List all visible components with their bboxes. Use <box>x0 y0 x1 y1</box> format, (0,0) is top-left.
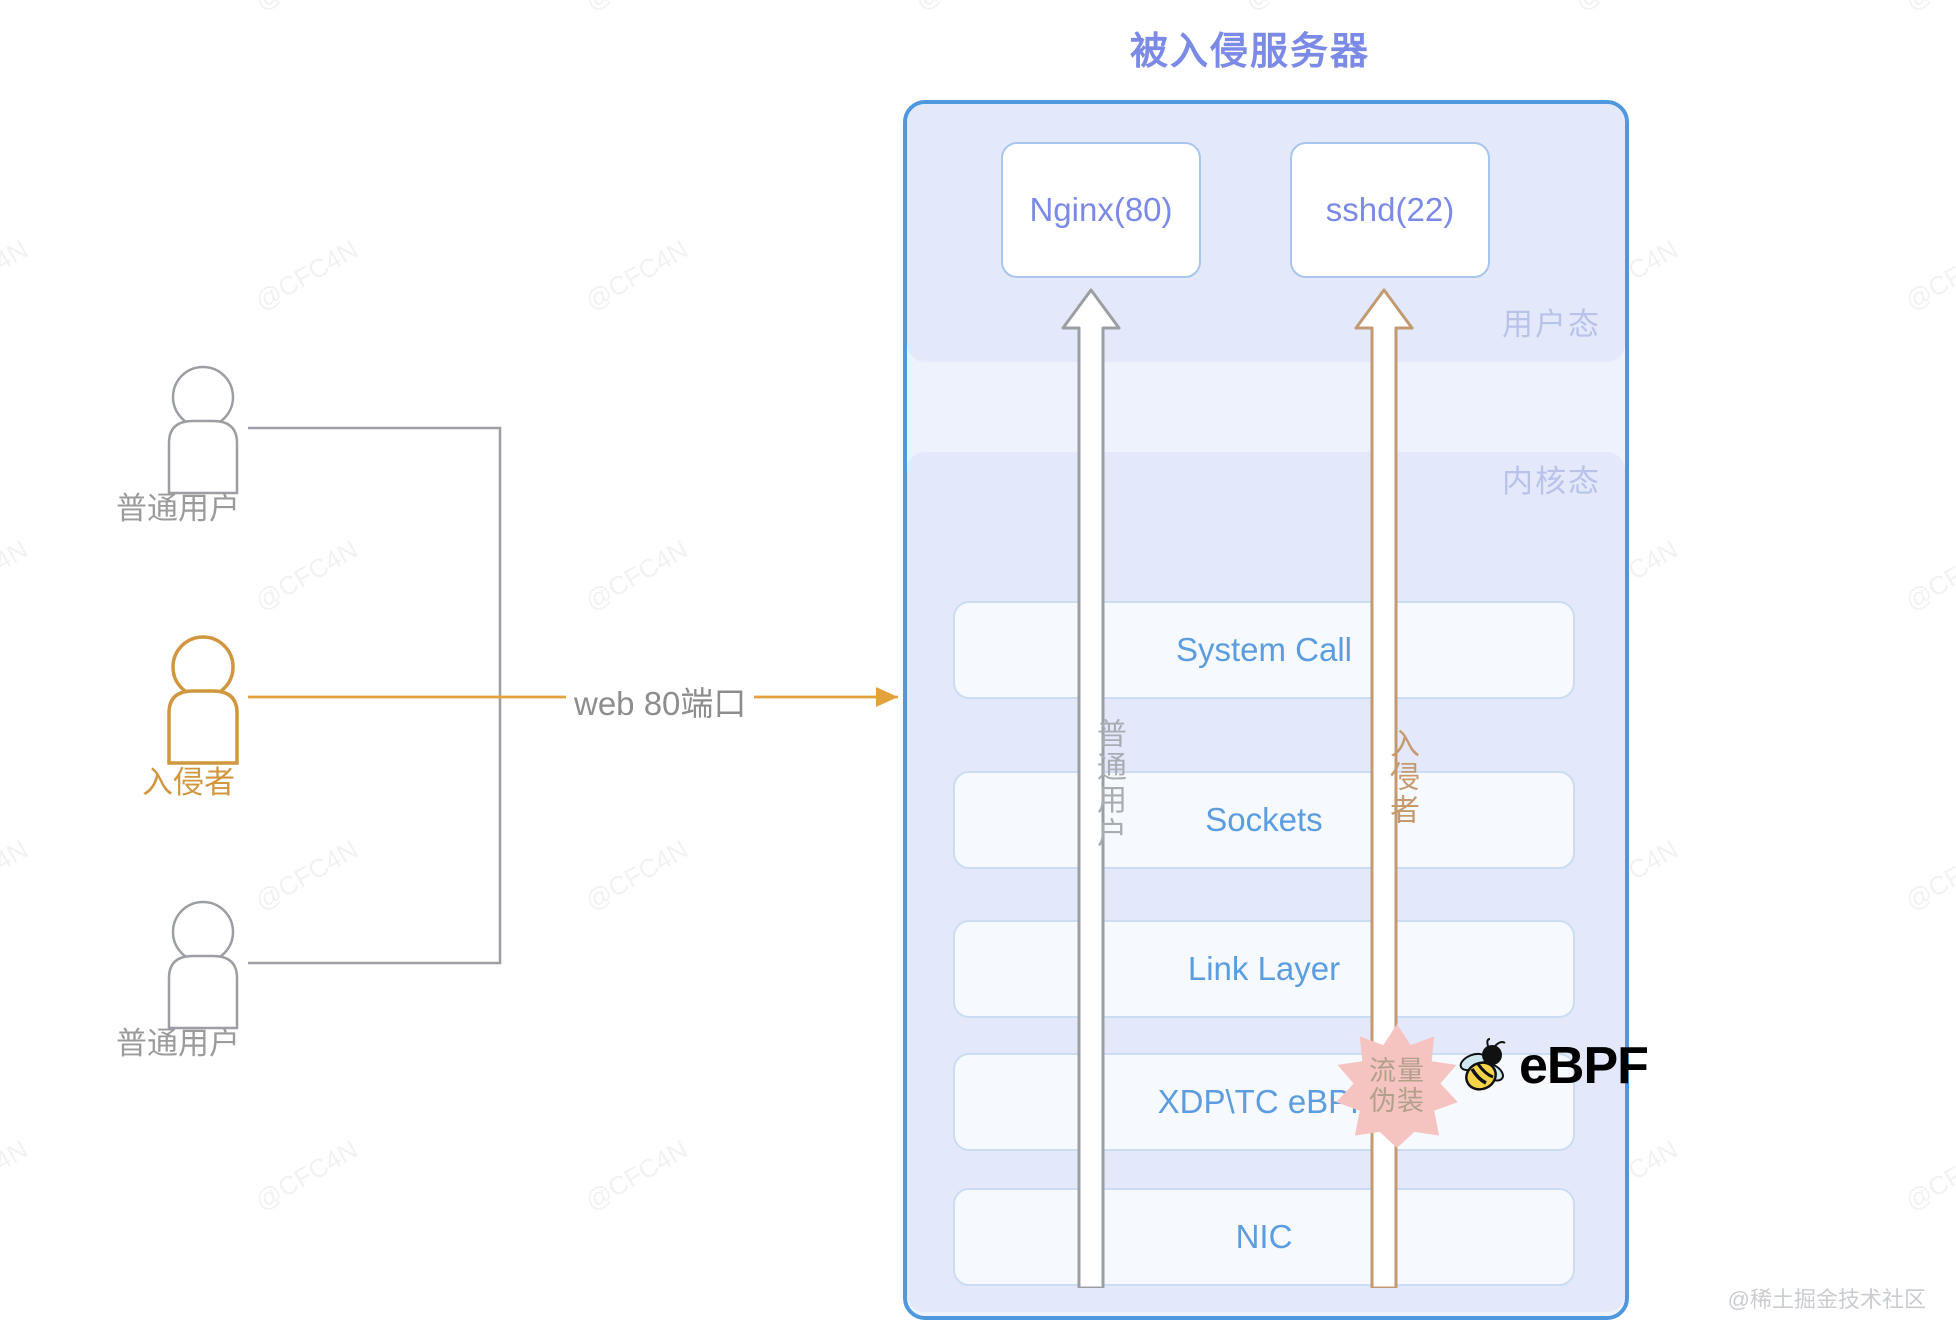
watermark-text: @CFC4N <box>1570 0 1683 17</box>
process-box-nginx[interactable]: Nginx(80) <box>1001 142 1201 278</box>
badge-line-2: 伪装 <box>1369 1086 1425 1116</box>
kernel-layer-label: Link Layer <box>1187 950 1341 987</box>
process-box-sshd[interactable]: sshd(22) <box>1290 142 1490 278</box>
watermark-text: @CFC4N <box>1240 0 1353 17</box>
kernel-layer-link-layer[interactable]: Link Layer <box>953 920 1575 1018</box>
user-space-label: 用户态 <box>1502 307 1601 342</box>
kernel-layer-nic[interactable]: NIC <box>953 1188 1575 1286</box>
watermark-text: @CFC4N <box>0 533 33 617</box>
watermark-text: @CFC4N <box>910 0 1023 17</box>
diagram-title: 被入侵服务器 <box>1130 31 1371 73</box>
watermark-text: @CFC4N <box>1899 233 1956 317</box>
watermark-text: @CFC4N <box>249 833 363 917</box>
ebpf-logo: eBPF <box>1455 1035 1649 1097</box>
traffic-disguise-badge: 流量 伪装 <box>1335 1024 1459 1148</box>
watermark-text: @CFC4N <box>579 533 693 617</box>
kernel-layer-system-call[interactable]: System Call <box>953 601 1575 699</box>
kernel-layer-label: System Call <box>1175 631 1353 668</box>
intruder-flow-label: 入侵者 <box>1385 728 1418 827</box>
watermark-text: @CFC4N <box>250 0 363 17</box>
watermark-text: @CFC4N <box>0 1133 33 1217</box>
watermark-text: @CFC4N <box>0 833 33 917</box>
watermark-text: @CFC4N <box>579 1133 693 1217</box>
watermark-text: @CFC4N <box>579 833 693 917</box>
actor-normal-user-top-icon[interactable] <box>155 365 251 495</box>
ebpf-wordmark: eBPF <box>1519 1037 1649 1095</box>
footer-credit: @稀土掘金技术社区 <box>1727 1287 1926 1312</box>
kernel-space-label: 内核态 <box>1502 464 1601 499</box>
process-label-nginx: Nginx(80) <box>1029 191 1173 228</box>
process-label-sshd: sshd(22) <box>1325 191 1455 228</box>
watermark-text: @CFC4N <box>1899 833 1956 917</box>
watermark-text: @CFC4N <box>249 233 363 317</box>
watermark-text: @CFC4N <box>1899 1133 1956 1217</box>
watermark-text: @CFC4N <box>1900 0 1956 17</box>
actor-normal-user-bottom-icon[interactable] <box>155 900 251 1030</box>
watermark-text: @CFC4N <box>249 533 363 617</box>
kernel-layer-sockets[interactable]: Sockets <box>953 771 1575 869</box>
actor-intruder-icon[interactable] <box>155 635 251 765</box>
badge-line-1: 流量 <box>1369 1055 1425 1086</box>
bee-icon <box>1459 1038 1506 1091</box>
kernel-layer-label: Sockets <box>1205 801 1323 838</box>
normal-user-flow-label: 普通用户 <box>1092 718 1125 850</box>
web-port-label: web 80端口 <box>566 677 755 725</box>
watermark-text: @CFC4N <box>0 0 33 17</box>
watermark-text: @CFC4N <box>580 0 693 17</box>
watermark-text: @CFC4N <box>0 233 33 317</box>
watermark-text: @CFC4N <box>1899 533 1956 617</box>
kernel-layer-label: NIC <box>1235 1218 1293 1255</box>
watermark-text: @CFC4N <box>249 1133 363 1217</box>
kernel-space-band <box>907 452 1625 1312</box>
watermark-text: @CFC4N <box>579 233 693 317</box>
